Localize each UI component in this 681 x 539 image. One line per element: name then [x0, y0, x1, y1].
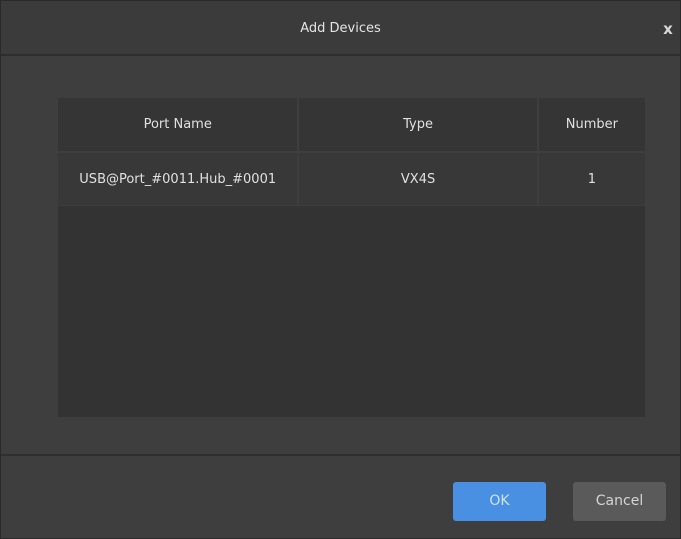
column-header-number[interactable]: Number [537, 98, 645, 153]
table-header-row: Port Name Type Number [58, 98, 645, 153]
footer-divider [1, 454, 680, 456]
column-header-type[interactable]: Type [298, 98, 539, 153]
cell-type: VX4S [298, 152, 539, 206]
cancel-button[interactable]: Cancel [573, 482, 666, 521]
title-bar: Add Devices x [1, 1, 680, 56]
table-row[interactable]: USB@Port_#0011.Hub_#0001 VX4S 1 [58, 152, 645, 206]
ok-button[interactable]: OK [453, 482, 546, 521]
close-icon[interactable]: x [658, 19, 678, 39]
devices-table: Port Name Type Number USB@Port_#0011.Hub… [58, 98, 645, 417]
dialog-title: Add Devices [300, 21, 381, 36]
cell-number: 1 [537, 152, 645, 206]
add-devices-dialog: Add Devices x Port Name Type Number USB@… [0, 0, 681, 539]
column-header-port-name[interactable]: Port Name [58, 98, 300, 153]
cell-port-name: USB@Port_#0011.Hub_#0001 [58, 152, 300, 206]
